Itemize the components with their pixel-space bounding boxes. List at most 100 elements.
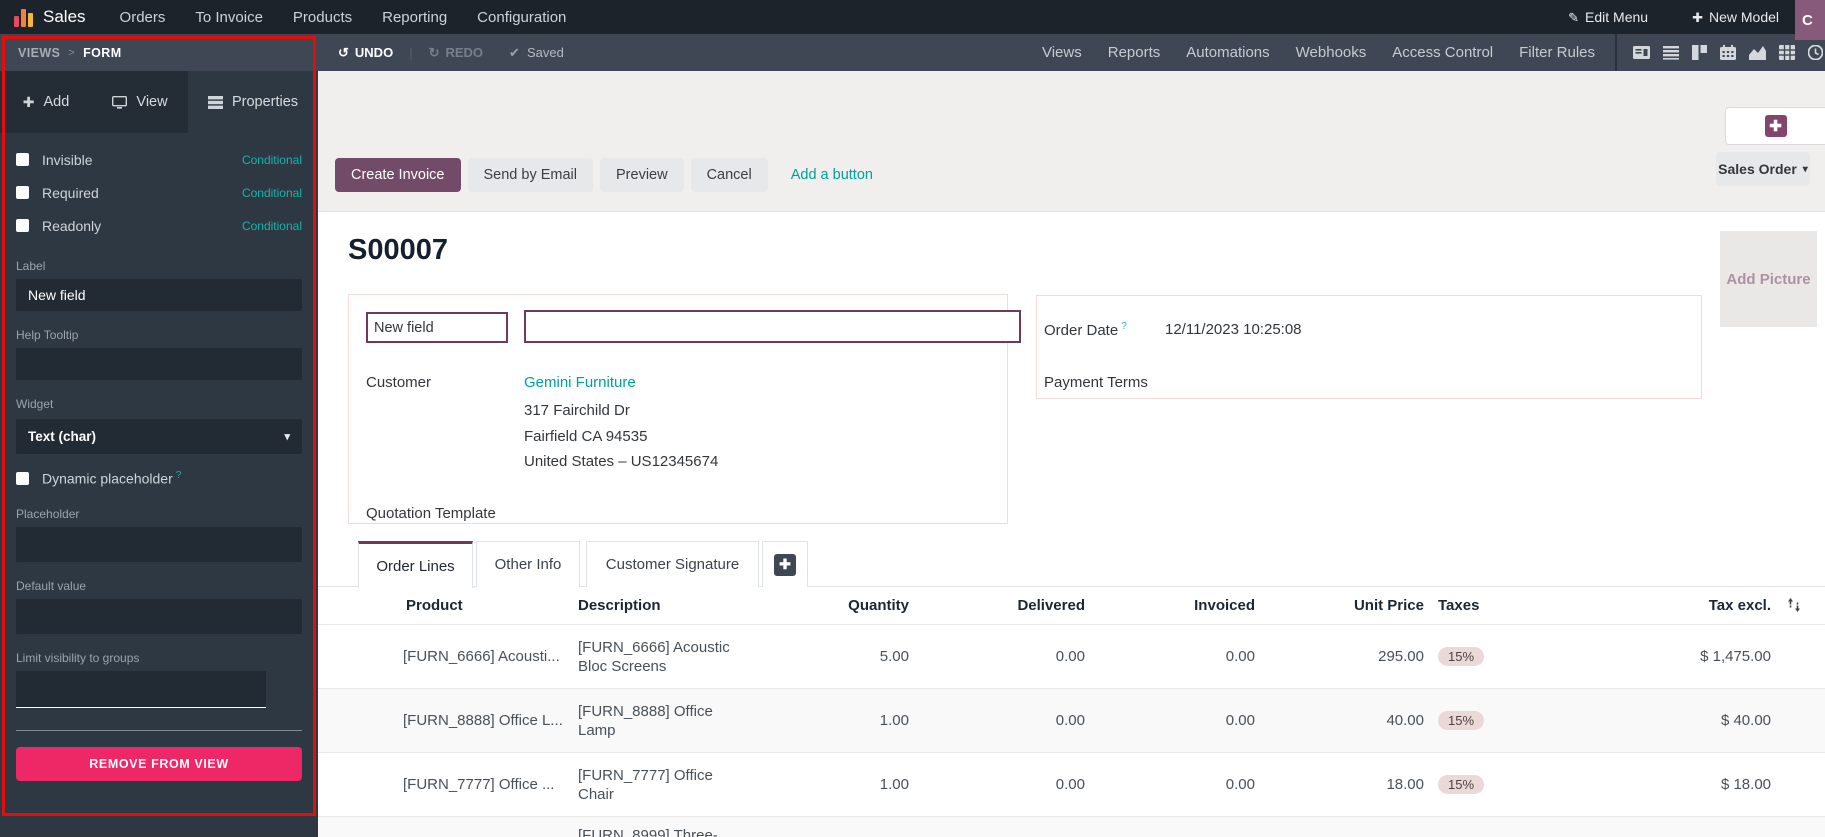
cell-unit-price[interactable]: 18.00 (1308, 753, 1424, 816)
col-quantity[interactable]: Quantity (798, 597, 909, 614)
readonly-checkbox[interactable] (16, 219, 29, 232)
tab-customer-signature[interactable]: Customer Signature (586, 541, 759, 587)
activity-view-icon[interactable] (1808, 45, 1823, 60)
add-stat-button[interactable]: ✚ (1764, 115, 1787, 137)
tab-order-lines[interactable]: Order Lines (358, 541, 473, 588)
cell-delivered[interactable]: 0.00 (968, 625, 1085, 688)
invisible-conditional-link[interactable]: Conditional (242, 153, 302, 167)
cell-unit-price[interactable]: 40.00 (1308, 689, 1424, 752)
widget-selected-value: Text (char) (28, 429, 97, 444)
required-conditional-link[interactable]: Conditional (242, 186, 302, 200)
cell-invoiced[interactable]: 0.00 (1138, 625, 1255, 688)
col-unit-price[interactable]: Unit Price (1308, 597, 1424, 614)
col-invoiced[interactable]: Invoiced (1138, 597, 1255, 614)
plus-icon: ✚ (774, 553, 796, 576)
dynamic-placeholder-checkbox[interactable] (16, 471, 29, 485)
menu-orders[interactable]: Orders (120, 9, 166, 26)
col-tax-excl[interactable]: Tax excl. (1648, 597, 1771, 614)
add-picture-placeholder[interactable]: Add Picture (1720, 231, 1817, 327)
limit-visibility-input[interactable] (16, 670, 266, 708)
cell-invoiced[interactable]: 0.00 (1138, 689, 1255, 752)
widget-select[interactable]: Text (char) ▾ (16, 419, 302, 454)
cell-taxes[interactable]: 15% (1438, 625, 1508, 688)
toggle-required: Required Conditional (16, 176, 302, 209)
customer-label: Customer (366, 374, 432, 391)
order-line-row[interactable]: [FURN_6666] Acousti... [FURN_6666] Acous… (318, 624, 1825, 688)
order-line-row[interactable]: [FURN_8999] Three- (318, 816, 1825, 837)
list-view-icon[interactable] (1663, 45, 1679, 60)
section-access-control[interactable]: Access Control (1392, 44, 1493, 61)
placeholder-input[interactable] (16, 526, 302, 562)
customer-link[interactable]: Gemini Furniture (524, 374, 636, 391)
tab-view[interactable]: View (92, 71, 188, 133)
menu-products[interactable]: Products (293, 9, 352, 26)
section-automations[interactable]: Automations (1186, 44, 1269, 61)
create-invoice-button[interactable]: Create Invoice (335, 158, 461, 192)
cell-description[interactable]: [FURN_6666] Acoustic Bloc Screens (578, 625, 743, 688)
pencil-icon: ✎ (1568, 9, 1580, 25)
tab-add-page[interactable]: ✚ (762, 541, 808, 587)
cell-description[interactable]: [FURN_8888] Office Lamp (578, 689, 743, 752)
section-views[interactable]: Views (1042, 44, 1082, 61)
cancel-button[interactable]: Cancel (690, 158, 768, 192)
cell-description[interactable]: [FURN_8999] Three- (578, 817, 743, 837)
new-field-input[interactable] (524, 310, 1021, 343)
remove-from-view-button[interactable]: REMOVE FROM VIEW (16, 746, 302, 781)
new-field-label[interactable]: New field (366, 312, 508, 343)
cell-quantity[interactable]: 1.00 (798, 753, 909, 816)
col-delivered[interactable]: Delivered (968, 597, 1085, 614)
divider (16, 729, 302, 731)
statusbar-buttons: Create Invoice Send by Email Preview Can… (335, 158, 873, 192)
calendar-view-icon[interactable] (1720, 45, 1736, 60)
cell-product[interactable]: [FURN_8888] Office L... (403, 689, 578, 752)
cell-invoiced[interactable]: 0.00 (1138, 753, 1255, 816)
order-line-row[interactable]: [FURN_8888] Office L... [FURN_8888] Offi… (318, 688, 1825, 752)
breadcrumb-views[interactable]: VIEWS (18, 46, 60, 60)
graph-view-icon[interactable] (1749, 45, 1766, 60)
kanban-view-icon[interactable] (1692, 45, 1707, 60)
label-field-input[interactable]: New field (16, 279, 302, 311)
cell-product[interactable]: [FURN_6666] Acousti... (403, 625, 578, 688)
cell-unit-price[interactable]: 295.00 (1308, 625, 1424, 688)
section-filter-rules[interactable]: Filter Rules (1519, 44, 1595, 61)
cell-description[interactable]: [FURN_7777] Office Chair (578, 753, 743, 816)
pivot-view-icon[interactable] (1779, 45, 1795, 60)
optional-columns-icon[interactable] (1786, 597, 1802, 618)
cell-taxes[interactable]: 15% (1438, 753, 1508, 816)
invisible-checkbox[interactable] (16, 153, 29, 166)
tab-other-info[interactable]: Other Info (476, 541, 580, 587)
redo-button[interactable]: ↻ REDO (429, 45, 483, 61)
cell-product[interactable]: [FURN_7777] Office ... (403, 753, 578, 816)
col-taxes[interactable]: Taxes (1438, 597, 1479, 614)
readonly-conditional-link[interactable]: Conditional (242, 219, 302, 233)
undo-button[interactable]: ↺ UNDO (338, 45, 393, 61)
cell-quantity[interactable]: 5.00 (798, 625, 909, 688)
col-product[interactable]: Product (406, 597, 463, 614)
close-button-partial[interactable]: C (1795, 0, 1825, 40)
menu-reporting[interactable]: Reporting (382, 9, 447, 26)
menu-configuration[interactable]: Configuration (477, 9, 566, 26)
cell-delivered[interactable]: 0.00 (968, 753, 1085, 816)
stage-selector[interactable]: Sales Order ▾ (1716, 152, 1810, 186)
default-value-input[interactable] (16, 598, 302, 634)
section-webhooks[interactable]: Webhooks (1296, 44, 1367, 61)
preview-button[interactable]: Preview (600, 158, 684, 192)
cell-delivered[interactable]: 0.00 (968, 689, 1085, 752)
required-checkbox[interactable] (16, 186, 29, 199)
add-a-button-link[interactable]: Add a button (791, 167, 873, 183)
order-date-value[interactable]: 12/11/2023 10:25:08 (1165, 321, 1302, 338)
form-view-icon[interactable] (1633, 45, 1650, 60)
cell-taxes[interactable]: 15% (1438, 689, 1508, 752)
cell-quantity[interactable]: 1.00 (798, 689, 909, 752)
tab-properties[interactable]: Properties (188, 71, 318, 133)
help-tooltip-input[interactable] (16, 348, 302, 380)
edit-menu-button[interactable]: ✎ Edit Menu (1568, 9, 1648, 26)
new-model-button[interactable]: ✚ New Model (1692, 9, 1779, 26)
menu-to-invoice[interactable]: To Invoice (195, 9, 263, 26)
section-reports[interactable]: Reports (1108, 44, 1161, 61)
order-line-row[interactable]: [FURN_7777] Office ... [FURN_7777] Offic… (318, 752, 1825, 816)
send-by-email-button[interactable]: Send by Email (467, 158, 593, 192)
plus-icon: ✚ (1692, 9, 1703, 25)
tab-add[interactable]: ✚ Add (0, 71, 92, 133)
col-description[interactable]: Description (578, 597, 661, 614)
